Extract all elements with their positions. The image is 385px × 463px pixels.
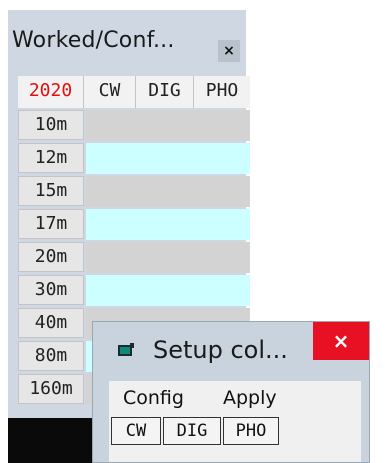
column-header-dig[interactable]: DIG — [136, 76, 194, 108]
band-cells[interactable] — [86, 176, 250, 207]
close-button[interactable]: × — [218, 40, 240, 62]
band-label[interactable]: 80m — [18, 341, 84, 371]
band-cells[interactable] — [86, 143, 250, 174]
year-header[interactable]: 2020 — [18, 76, 84, 108]
band-row: 10m — [18, 110, 250, 142]
band-label[interactable]: 15m — [18, 176, 84, 206]
mode-button-cw[interactable]: CW — [111, 417, 161, 445]
menu-config[interactable]: Config — [123, 387, 184, 409]
close-button[interactable]: × — [313, 322, 369, 360]
band-cells[interactable] — [86, 275, 250, 306]
band-row: 15m — [18, 176, 250, 208]
band-label[interactable]: 30m — [18, 275, 84, 305]
window-title: Worked/Conf... — [12, 28, 175, 53]
window-title: Setup col... — [153, 336, 288, 364]
band-row: 20m — [18, 242, 250, 274]
band-label[interactable]: 20m — [18, 242, 84, 272]
band-cells[interactable] — [86, 209, 250, 240]
mode-button-pho[interactable]: PHO — [223, 417, 279, 445]
column-header-cw[interactable]: CW — [84, 76, 136, 108]
column-header-pho[interactable]: PHO — [194, 76, 250, 108]
mode-button-dig[interactable]: DIG — [163, 417, 221, 445]
window-body: Config Apply CW DIG PHO — [109, 381, 361, 462]
band-row: 12m — [18, 143, 250, 175]
header-row: 2020 CW DIG PHO — [18, 76, 250, 108]
band-row: 17m — [18, 209, 250, 241]
band-cells[interactable] — [86, 242, 250, 273]
band-label[interactable]: 160m — [18, 374, 84, 404]
menu-apply[interactable]: Apply — [223, 387, 277, 409]
band-cells[interactable] — [86, 110, 250, 141]
setup-colors-window: Setup col... × Config Apply CW DIG PHO — [92, 321, 370, 463]
band-label[interactable]: 40m — [18, 308, 84, 338]
band-row: 30m — [18, 275, 250, 307]
app-icon — [118, 343, 134, 356]
band-label[interactable]: 17m — [18, 209, 84, 239]
band-label[interactable]: 10m — [18, 110, 84, 140]
band-label[interactable]: 12m — [18, 143, 84, 173]
